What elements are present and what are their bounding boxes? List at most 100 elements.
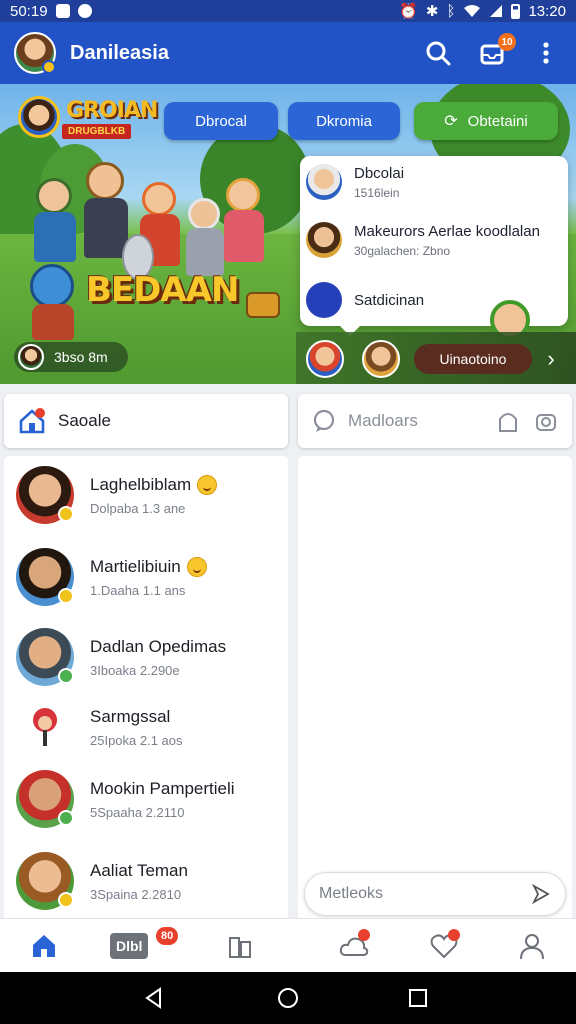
hero-tab-3-label: Obtetaini [467,112,528,130]
nav-cloud-badge-icon [358,929,370,941]
alarm-icon: ⏰ [399,3,418,20]
nav-home[interactable] [24,927,64,965]
game-character [30,178,80,268]
bluetooth-icon: ᛒ [446,2,456,20]
contact-avatar [16,466,74,524]
messages-search-placeholder: Madloars [348,411,418,430]
status-badge [58,588,74,604]
game-character [24,264,84,344]
popup-item-title: Dbcolai [354,164,405,182]
popup-item-title: Makeurors Aerlae koodlalan [354,222,540,240]
contact-name: Martielibiuin [90,556,181,576]
contact-avatar [16,698,74,756]
bottom-navigation: Dlbl 80 [0,918,576,972]
game-character [222,178,268,268]
hero-tab-3[interactable]: ⟳ Obtetaini [414,102,558,140]
contact-list: Laghelbiblam Dolpaba 1.3 ane Martielibiu… [4,456,288,918]
contact-subtitle: 25Ipoka 2.1 aos [90,732,183,748]
popup-avatar [306,164,342,200]
messages-search-card[interactable]: Madloars [298,394,572,448]
popup-avatar [306,282,342,318]
recents-icon[interactable] [406,986,430,1010]
refresh-icon: ⟳ [444,113,458,130]
contact-avatar [16,548,74,606]
nav-games-pill[interactable]: Dlbl [110,933,149,959]
list-item[interactable]: Martielibiuin 1.Daaha 1.1 ans [4,542,288,612]
notifications-button[interactable]: 10 [476,33,516,69]
pin-avatar-icon [33,708,57,746]
contact-subtitle: 5Spaaha 2.2110 [90,804,185,820]
message-composer[interactable] [304,872,566,916]
status-time-left: 50:19 [10,2,48,20]
more-options-button[interactable] [530,37,562,69]
group-icon[interactable] [496,409,520,433]
camera-icon[interactable] [534,409,558,433]
list-item[interactable]: Aaliat Teman 3Spaina 2.2810 [4,846,288,916]
app-bar: Danileasia 10 [0,22,576,84]
more-vertical-icon [543,42,549,64]
location-icon [77,4,92,18]
status-badge [58,892,74,908]
hero-tab-2[interactable]: Dkromia [288,102,400,140]
search-icon [426,41,451,66]
home-search-label: Saoale [58,411,111,430]
smile-emoji-icon [197,474,218,495]
chevron-right-icon[interactable]: › [536,344,566,374]
status-time-right: 13:20 [528,2,566,20]
game-logo: GROIAN DRUGBLKB [16,92,158,144]
chat-bubble-icon [313,409,335,432]
search-button[interactable] [422,37,454,69]
contact-name: Dadlan Opedimas [90,636,227,656]
status-badge [58,506,74,522]
contact-name: Laghelbiblam [90,474,192,494]
logo-character-avatar [18,96,60,138]
friend-avatar[interactable] [306,340,344,378]
notification-icon [55,4,70,18]
hero-tab-1[interactable]: Dbrocal [164,102,278,140]
contact-subtitle: 3Spaina 2.2810 [90,886,182,902]
vibrate-icon: ✱ [425,3,439,20]
send-icon[interactable] [531,884,551,904]
battery-icon [511,3,521,19]
contact-avatar [16,628,74,686]
home-search-card[interactable]: Saoale [4,394,288,448]
hero-action-pill[interactable]: Uinaotoino [414,344,532,374]
nav-favorites-badge-icon [448,929,460,941]
back-icon[interactable] [142,986,166,1010]
popup-item[interactable]: Makeurors Aerlae koodlalan 30galachen: Z… [306,222,564,258]
list-item[interactable]: Mookin Pampertieli 5Spaaha 2.2110 [4,764,288,834]
popup-item[interactable]: Dbcolai 1516lein [306,164,564,200]
contact-avatar [16,770,74,828]
logo-title: GROIAN [66,98,158,123]
buildings-icon [229,937,251,958]
person-icon [520,934,544,960]
list-item[interactable]: Sarmgssal 25Ipoka 2.1 aos [4,692,288,762]
friend-avatar[interactable] [362,340,400,378]
contact-name: Mookin Pampertieli [90,778,235,798]
home-icon [33,935,55,957]
logo-subtitle: DRUGBLKB [62,124,132,139]
treasure-icon [246,292,282,320]
nav-profile[interactable] [512,927,552,965]
game-title: BEDAAN [86,270,239,310]
game-hero-banner[interactable]: GROIAN DRUGBLKB Dbrocal Dkromia ⟳ Obteta… [0,84,576,384]
list-item[interactable]: Laghelbiblam Dolpaba 1.3 ane [4,460,288,530]
verified-badge-icon [42,60,56,74]
contact-subtitle: 3Iboaka 2.290e [90,662,180,678]
contact-name: Sarmgssal [90,706,171,726]
popup-item-title: Satdicinan [354,291,425,309]
hero-user-pill-label: 3bso 8m [54,349,108,365]
home-circle-icon[interactable] [276,986,300,1010]
nav-cloud[interactable] [334,927,374,965]
wifi-icon [464,5,481,17]
hero-user-avatar [18,344,44,370]
popup-item-subtitle: 1516lein [354,185,400,200]
nav-favorites[interactable] [424,927,464,965]
hero-user-pill[interactable]: 3bso 8m [14,342,128,372]
system-navigation-bar [0,972,576,1024]
contact-name: Aaliat Teman [90,860,188,880]
profile-avatar[interactable] [14,32,56,74]
message-input[interactable] [319,885,519,903]
nav-buildings[interactable] [220,927,260,965]
list-item[interactable]: Dadlan Opedimas 3Iboaka 2.290e [4,622,288,692]
